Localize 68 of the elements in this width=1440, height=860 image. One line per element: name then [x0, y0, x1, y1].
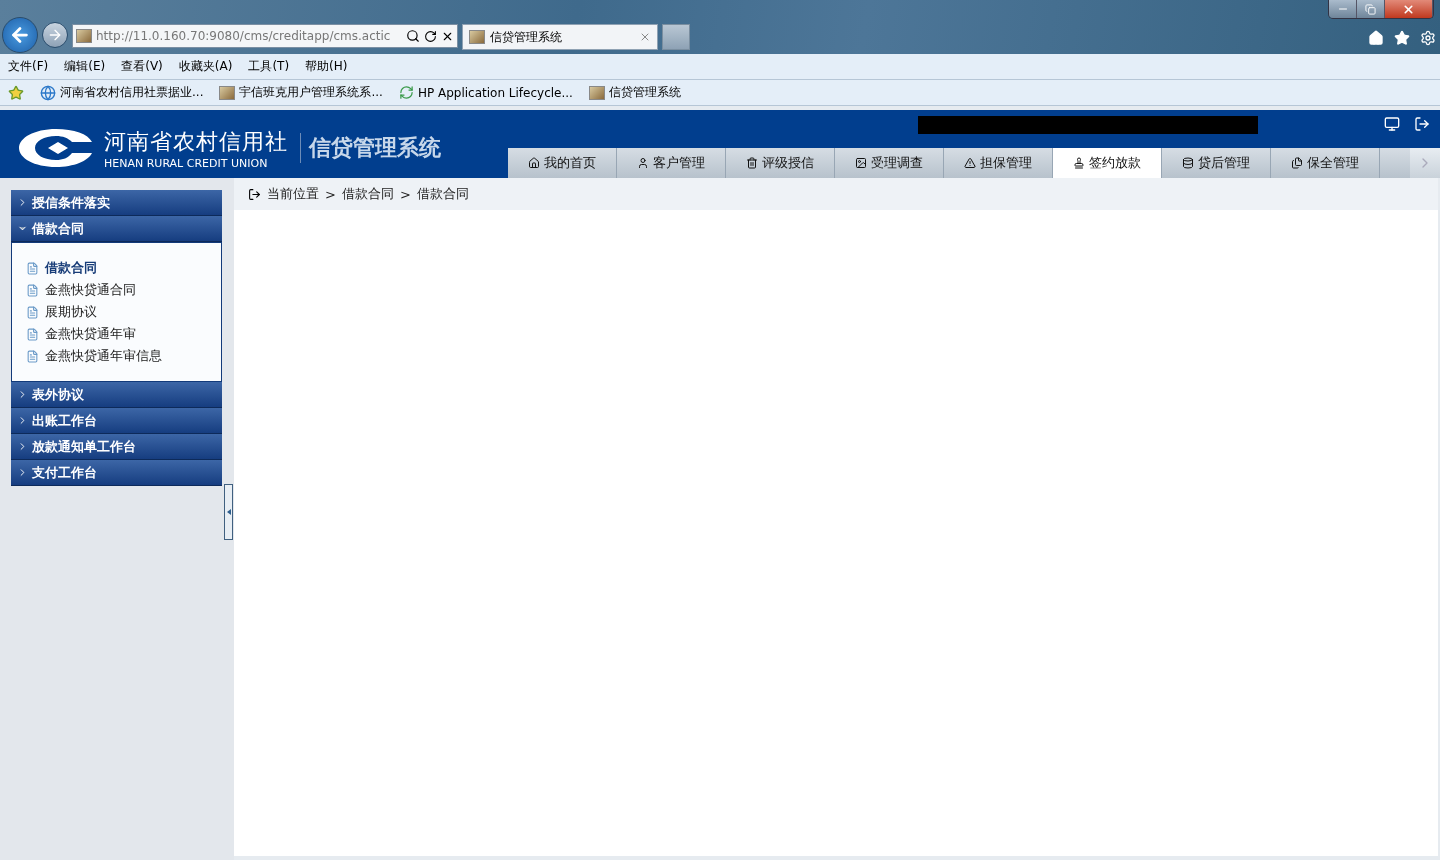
stamp-icon	[1073, 157, 1085, 169]
refresh-icon	[398, 85, 414, 100]
monitor-icon[interactable]	[1384, 116, 1400, 132]
breadcrumb-item: 当前位置	[267, 185, 319, 203]
document-icon	[26, 349, 39, 363]
home-icon	[528, 157, 540, 169]
document-icon	[26, 327, 39, 341]
right-arrow-icon	[47, 27, 63, 43]
restore-icon	[1365, 3, 1376, 15]
page-icon	[76, 29, 92, 43]
breadcrumb-item[interactable]: 借款合同	[416, 185, 469, 203]
system-title: 信贷管理系统	[300, 133, 441, 163]
favorite-link[interactable]: 信贷管理系统	[588, 84, 681, 101]
favorites-star-icon[interactable]	[8, 84, 24, 101]
sidebar-section[interactable]: 借款合同	[11, 216, 222, 242]
page-icon	[469, 30, 485, 44]
document-icon	[26, 283, 39, 297]
back-button[interactable]	[2, 17, 38, 53]
breadcrumb-separator: >	[399, 186, 411, 202]
close-icon	[1402, 2, 1415, 16]
sidebar-section[interactable]: 表外协议	[11, 382, 222, 408]
favorite-link[interactable]: HP Application Lifecycle...	[398, 85, 573, 100]
sidebar-section[interactable]: 放款通知单工作台	[11, 434, 222, 460]
collapse-handle[interactable]	[224, 484, 233, 540]
close-button[interactable]	[1385, 0, 1433, 18]
sidebar-section[interactable]: 出账工作台	[11, 408, 222, 434]
org-name-english: HENAN RURAL CREDIT UNION	[104, 156, 269, 170]
sidebar-item[interactable]: 金燕快贷通合同	[26, 281, 209, 299]
home-icon[interactable]	[1368, 30, 1384, 46]
caret-icon	[226, 509, 231, 515]
document-icon	[26, 261, 39, 275]
restore-button[interactable]	[1357, 0, 1385, 18]
user-icon	[637, 157, 649, 169]
breadcrumb-item[interactable]: 借款合同	[341, 185, 394, 203]
sidebar-item[interactable]: 展期协议	[26, 303, 209, 321]
sidebar-item[interactable]: 金燕快贷通年审	[26, 325, 209, 343]
page-icon	[588, 85, 605, 100]
refresh-icon[interactable]	[424, 29, 437, 43]
bin-icon	[746, 157, 758, 169]
sidebar-item[interactable]: 金燕快贷通年审信息	[26, 347, 209, 365]
nav-tab[interactable]: 签约放款	[1053, 148, 1162, 178]
menu-item[interactable]: 收藏夹(A)	[178, 58, 233, 75]
address-field[interactable]: http://11.0.160.70:9080/cms/creditapp/cms.actic	[72, 24, 458, 48]
sidebar-section[interactable]: 支付工作台	[11, 460, 222, 486]
menu-item[interactable]: 工具(T)	[248, 58, 290, 75]
page-icon	[219, 85, 236, 100]
breadcrumb-separator: >	[325, 186, 336, 202]
database-icon	[1182, 157, 1194, 169]
favorite-link[interactable]: 宇信班克用户管理系统系...	[219, 84, 383, 101]
star-icon[interactable]	[1394, 30, 1410, 46]
menu-item[interactable]: 编辑(E)	[64, 58, 106, 75]
warning-icon	[964, 157, 976, 169]
files-icon	[1291, 157, 1303, 169]
org-name: 河南省农村信用社	[104, 127, 288, 156]
favorite-link[interactable]: 河南省农村信用社票据业...	[40, 84, 204, 101]
sidebar-section[interactable]: 授信条件落实	[11, 190, 222, 216]
browser-tab[interactable]: 信贷管理系统	[462, 24, 658, 50]
document-icon	[26, 305, 39, 319]
search-icon[interactable]	[406, 29, 420, 43]
picture-icon	[855, 157, 867, 169]
settings-icon[interactable]	[1420, 30, 1436, 46]
sidebar-item[interactable]: 借款合同	[26, 259, 209, 277]
minimize-button[interactable]	[1329, 0, 1357, 18]
menu-item[interactable]: 查看(V)	[121, 58, 163, 75]
forward-button[interactable]	[42, 22, 68, 48]
menu-item[interactable]: 文件(F)	[8, 58, 49, 75]
logout-icon[interactable]	[1414, 116, 1430, 132]
menu-item[interactable]: 帮助(H)	[305, 58, 348, 75]
